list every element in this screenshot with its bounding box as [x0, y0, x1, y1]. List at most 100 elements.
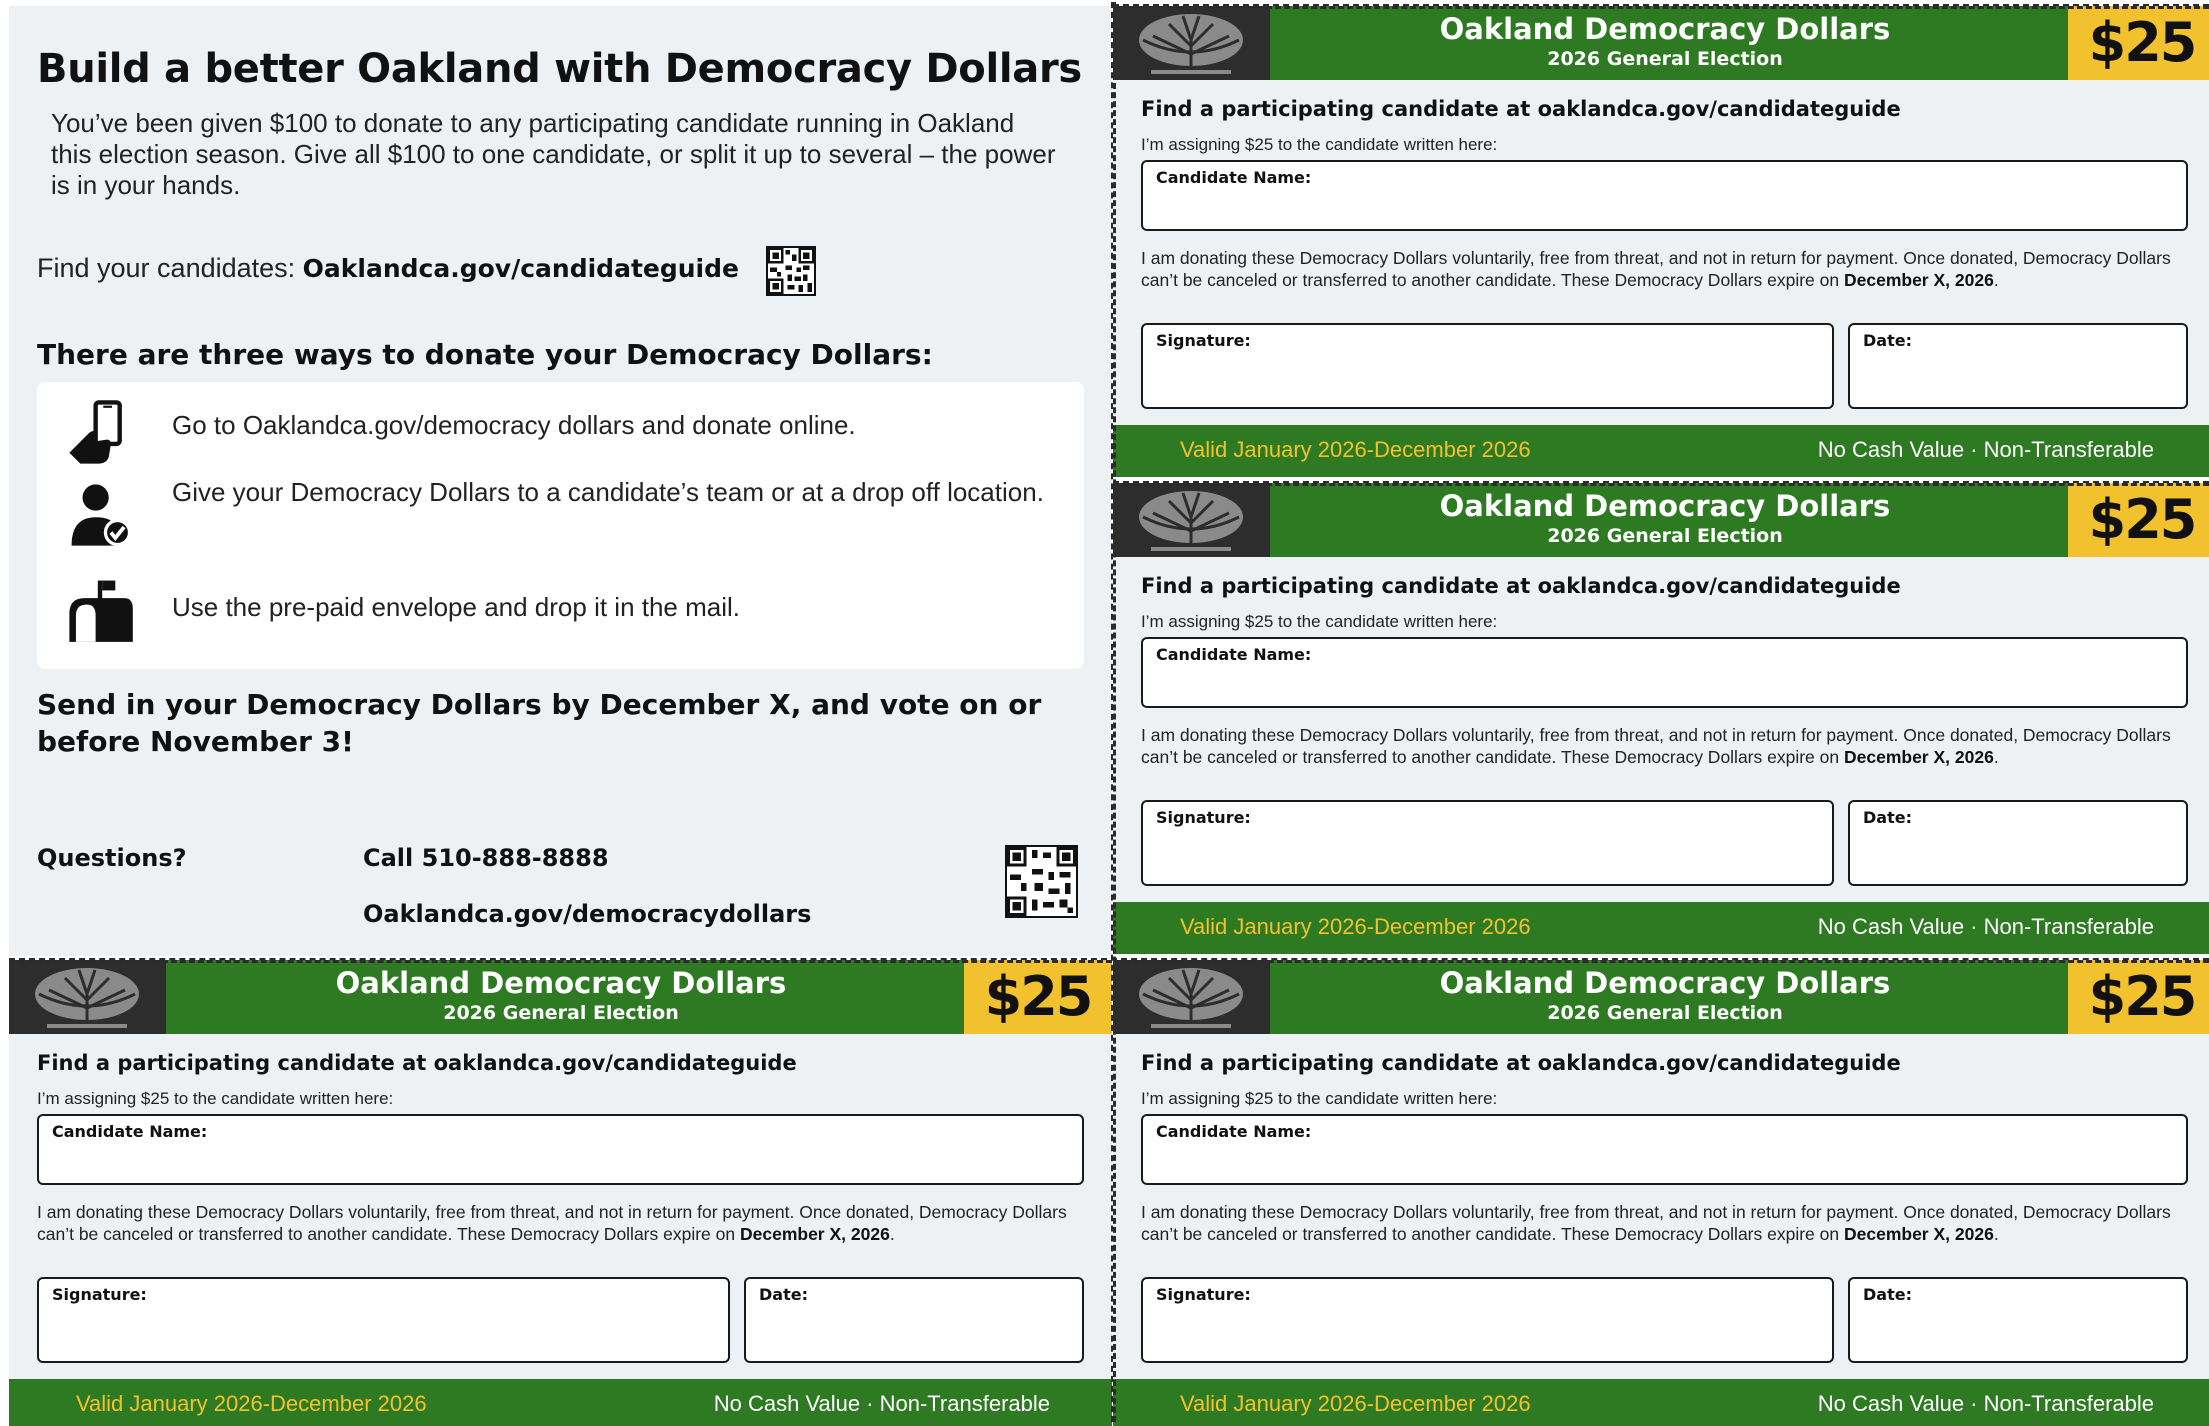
date-field[interactable]: Date:: [1848, 323, 2188, 409]
voucher-assign-text: I’m assigning $25 to the candidate writt…: [1141, 135, 1498, 154]
voucher-subtitle: 2026 General Election: [1547, 525, 1783, 547]
signature-field[interactable]: Signature:: [37, 1277, 730, 1363]
voucher-footer: Valid January 2026-December 2026 No Cash…: [1113, 425, 2209, 477]
voucher-footer: Valid January 2026-December 2026 No Cash…: [1113, 1379, 2209, 1426]
declaration-text: I am donating these Democracy Dollars vo…: [1141, 1202, 2171, 1244]
signature-label: Signature:: [52, 1285, 147, 1304]
valid-period: Valid January 2026-December 2026: [76, 1391, 427, 1416]
voucher-amount: $25: [2068, 483, 2209, 557]
voucher-find-text: Find a participating candidate at oaklan…: [1141, 574, 1901, 598]
voucher-find-text: Find a participating candidate at oaklan…: [1141, 1051, 1901, 1075]
declaration-text: I am donating these Democracy Dollars vo…: [1141, 248, 2171, 290]
voucher-4: Oakland Democracy Dollars 2026 General E…: [1113, 960, 2209, 1426]
find-candidates-row: Find your candidates: Oaklandca.gov/cand…: [37, 253, 739, 284]
oak-tree-logo-icon: [1113, 960, 1270, 1034]
questions-label: Questions?: [37, 844, 187, 872]
voucher-declaration: I am donating these Democracy Dollars vo…: [1141, 248, 2171, 290]
phone-hand-icon: [65, 398, 135, 468]
candidate-name-label: Candidate Name:: [1156, 1122, 1312, 1141]
intro-panel: Build a better Oakland with Democracy Do…: [9, 6, 1112, 956]
candidate-guide-link[interactable]: Oaklandca.gov/candidateguide: [303, 254, 739, 283]
no-cash-value: No Cash Value · Non-Transferable: [1817, 437, 2154, 462]
send-deadline: Send in your Democracy Dollars by Decemb…: [37, 688, 1042, 758]
voucher-subtitle: 2026 General Election: [1547, 48, 1783, 70]
qr-code-icon: [766, 246, 816, 296]
voucher-amount: $25: [2068, 6, 2209, 80]
voucher-assign-text: I’m assigning $25 to the candidate writt…: [37, 1089, 394, 1108]
cut-line-horizontal: [9, 958, 2209, 963]
ways-box: Go to Oaklandca.gov/democracy dollars an…: [37, 382, 1084, 669]
expiry-date: December X, 2026: [1843, 1223, 1994, 1244]
date-label: Date:: [759, 1285, 808, 1304]
declaration-text: I am donating these Democracy Dollars vo…: [1141, 725, 2171, 767]
voucher-subtitle: 2026 General Election: [1547, 1002, 1783, 1024]
candidate-name-label: Candidate Name:: [1156, 168, 1312, 187]
cut-line-horizontal: [1113, 481, 2209, 486]
no-cash-value: No Cash Value · Non-Transferable: [713, 1391, 1050, 1416]
candidate-name-field[interactable]: Candidate Name:: [37, 1114, 1084, 1185]
no-cash-value: No Cash Value · Non-Transferable: [1817, 1391, 2154, 1416]
voucher-assign-text: I’m assigning $25 to the candidate writt…: [1141, 612, 1498, 631]
website-link[interactable]: Oaklandca.gov/democracydollars: [363, 900, 811, 928]
mailbox-icon: [65, 574, 135, 644]
way-mail-text: Use the pre-paid envelope and drop it in…: [172, 592, 741, 622]
valid-period: Valid January 2026-December 2026: [1180, 1391, 1531, 1416]
date-label: Date:: [1863, 331, 1912, 350]
qr-code-icon: [1005, 845, 1078, 918]
candidate-name-label: Candidate Name:: [1156, 645, 1312, 664]
intro-title: Build a better Oakland with Democracy Do…: [37, 46, 1082, 92]
find-candidates-label: Find your candidates:: [37, 253, 303, 283]
person-check-icon: [65, 480, 135, 550]
candidate-name-field[interactable]: Candidate Name:: [1141, 637, 2188, 708]
voucher-3: Oakland Democracy Dollars 2026 General E…: [9, 960, 1112, 1426]
date-field[interactable]: Date:: [1848, 1277, 2188, 1363]
voucher-header: Oakland Democracy Dollars 2026 General E…: [9, 960, 1112, 1034]
signature-field[interactable]: Signature:: [1141, 323, 1834, 409]
signature-field[interactable]: Signature:: [1141, 800, 1834, 886]
expiry-date: December X, 2026: [739, 1223, 890, 1244]
signature-label: Signature:: [1156, 331, 1251, 350]
expiry-date: December X, 2026: [1843, 269, 1994, 290]
date-field[interactable]: Date:: [744, 1277, 1084, 1363]
phone-number[interactable]: Call 510-888-8888: [363, 844, 609, 872]
voucher-1: Oakland Democracy Dollars 2026 General E…: [1113, 6, 2209, 477]
voucher-declaration: I am donating these Democracy Dollars vo…: [1141, 1202, 2171, 1244]
date-label: Date:: [1863, 1285, 1912, 1304]
voucher-subtitle: 2026 General Election: [443, 1002, 679, 1024]
ways-heading: There are three ways to donate your Demo…: [37, 338, 933, 371]
valid-period: Valid January 2026-December 2026: [1180, 437, 1531, 462]
signature-field[interactable]: Signature:: [1141, 1277, 1834, 1363]
voucher-find-text: Find a participating candidate at oaklan…: [37, 1051, 797, 1075]
voucher-find-text: Find a participating candidate at oaklan…: [1141, 97, 1901, 121]
voucher-amount: $25: [964, 960, 1112, 1034]
voucher-header: Oakland Democracy Dollars 2026 General E…: [1113, 6, 2209, 80]
voucher-declaration: I am donating these Democracy Dollars vo…: [37, 1202, 1067, 1244]
oak-tree-logo-icon: [9, 960, 166, 1034]
intro-paragraph: You’ve been given $100 to donate to any …: [51, 108, 1056, 200]
expiry-date: December X, 2026: [1843, 746, 1994, 767]
voucher-title: Oakland Democracy Dollars: [1439, 966, 1891, 1000]
cut-line-vertical: [1111, 2, 1116, 1422]
date-field[interactable]: Date:: [1848, 800, 2188, 886]
voucher-header: Oakland Democracy Dollars 2026 General E…: [1113, 483, 2209, 557]
date-label: Date:: [1863, 808, 1912, 827]
voucher-amount: $25: [2068, 960, 2209, 1034]
signature-label: Signature:: [1156, 808, 1251, 827]
voucher-footer: Valid January 2026-December 2026 No Cash…: [1113, 902, 2209, 954]
voucher-declaration: I am donating these Democracy Dollars vo…: [1141, 725, 2171, 767]
voucher-title: Oakland Democracy Dollars: [335, 966, 787, 1000]
declaration-text: I am donating these Democracy Dollars vo…: [37, 1202, 1067, 1244]
oak-tree-logo-icon: [1113, 6, 1270, 80]
voucher-header: Oakland Democracy Dollars 2026 General E…: [1113, 960, 2209, 1034]
candidate-name-field[interactable]: Candidate Name:: [1141, 1114, 2188, 1185]
voucher-2: Oakland Democracy Dollars 2026 General E…: [1113, 483, 2209, 954]
voucher-title: Oakland Democracy Dollars: [1439, 489, 1891, 523]
no-cash-value: No Cash Value · Non-Transferable: [1817, 914, 2154, 939]
way-online-text: Go to Oaklandca.gov/democracy dollars an…: [172, 410, 856, 440]
signature-label: Signature:: [1156, 1285, 1251, 1304]
oak-tree-logo-icon: [1113, 483, 1270, 557]
voucher-title: Oakland Democracy Dollars: [1439, 12, 1891, 46]
voucher-assign-text: I’m assigning $25 to the candidate writt…: [1141, 1089, 1498, 1108]
candidate-name-field[interactable]: Candidate Name:: [1141, 160, 2188, 231]
voucher-footer: Valid January 2026-December 2026 No Cash…: [9, 1379, 1112, 1426]
